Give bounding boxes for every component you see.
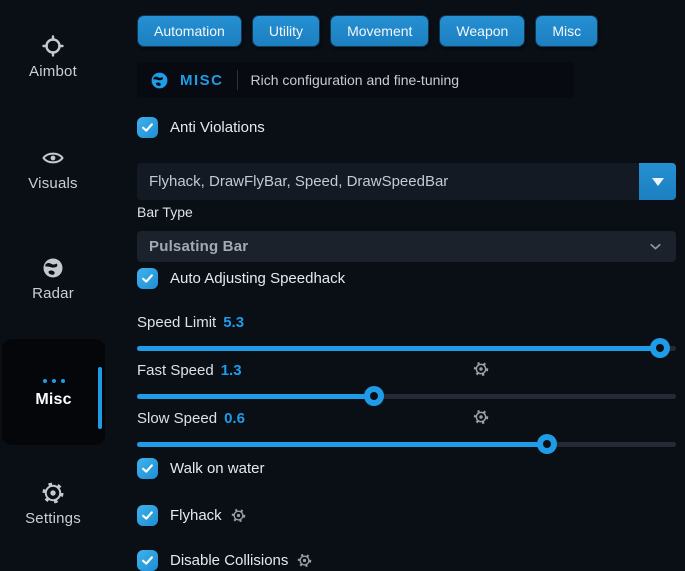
dropdown-open-button[interactable] <box>639 163 676 200</box>
slow-speed-label-row: Slow Speed 0.6 <box>137 409 676 427</box>
sidebar-item-label: Aimbot <box>29 63 77 80</box>
anti-violations-checkbox[interactable] <box>137 117 158 138</box>
sidebar-item-label: Radar <box>32 285 74 302</box>
slider-label: Speed Limit <box>137 314 216 331</box>
checkbox-label: Disable Collisions <box>170 552 288 569</box>
eye-icon <box>41 146 65 170</box>
category-tabs: Automation Utility Movement Weapon Misc <box>137 15 676 47</box>
ellipsis-icon <box>43 376 65 386</box>
bar-type-label: Bar Type <box>137 204 676 220</box>
fast-speed-slider[interactable] <box>137 386 676 406</box>
walk-on-water-row: Walk on water <box>137 457 676 479</box>
chevron-down-icon <box>647 238 664 255</box>
slider-label: Slow Speed <box>137 410 217 427</box>
sidebar-item-misc[interactable]: Misc <box>2 339 105 445</box>
tab-weapon[interactable]: Weapon <box>439 15 525 47</box>
slider-fill <box>137 394 374 399</box>
sidebar: Aimbot Visuals Radar Misc <box>0 0 125 563</box>
tab-misc[interactable]: Misc <box>535 15 598 47</box>
slider-thumb[interactable] <box>537 434 557 454</box>
auto-adjusting-checkbox[interactable] <box>137 268 158 289</box>
globe-icon <box>150 71 169 90</box>
gear-icon[interactable] <box>231 508 246 523</box>
slider-thumb[interactable] <box>650 338 670 358</box>
speed-limit-slider[interactable] <box>137 338 676 358</box>
slider-value: 1.3 <box>221 362 242 379</box>
sidebar-item-label: Visuals <box>28 175 77 192</box>
sidebar-item-aimbot[interactable]: Aimbot <box>3 34 103 80</box>
tab-movement[interactable]: Movement <box>330 15 429 47</box>
sidebar-item-label: Settings <box>25 510 81 527</box>
slider-fill <box>137 346 660 351</box>
flags-multiselect[interactable]: Flyhack, DrawFlyBar, Speed, DrawSpeedBar <box>137 163 676 200</box>
checkbox-label: Flyhack <box>170 507 222 524</box>
triangle-down-icon <box>652 178 664 186</box>
sidebar-item-visuals[interactable]: Visuals <box>3 146 103 192</box>
disable-collisions-row: Disable Collisions <box>137 549 676 571</box>
checkbox-label: Anti Violations <box>170 119 265 136</box>
slider-fill <box>137 442 547 447</box>
slow-speed-slider[interactable] <box>137 434 676 454</box>
globe-icon <box>41 256 65 280</box>
flyhack-checkbox[interactable] <box>137 505 158 526</box>
auto-adjusting-row: Auto Adjusting Speedhack <box>137 267 676 289</box>
slider-value: 0.6 <box>224 410 245 427</box>
gear-icon[interactable] <box>473 409 489 429</box>
sidebar-item-radar[interactable]: Radar <box>3 256 103 302</box>
slider-label: Fast Speed <box>137 362 214 379</box>
tab-utility[interactable]: Utility <box>252 15 320 47</box>
slider-value: 5.3 <box>223 314 244 331</box>
select-value: Pulsating Bar <box>149 238 248 255</box>
bar-type-select[interactable]: Pulsating Bar <box>137 231 676 262</box>
speed-limit-label-row: Speed Limit 5.3 <box>137 313 676 331</box>
active-indicator-bar <box>98 367 102 429</box>
main-panel: Automation Utility Movement Weapon Misc … <box>137 0 676 563</box>
disable-collisions-checkbox[interactable] <box>137 550 158 571</box>
gear-icon[interactable] <box>473 361 489 381</box>
crosshair-icon <box>41 34 65 58</box>
fast-speed-label-row: Fast Speed 1.3 <box>137 361 676 379</box>
checkbox-label: Auto Adjusting Speedhack <box>170 270 345 287</box>
checkbox-label: Walk on water <box>170 460 264 477</box>
slider-thumb[interactable] <box>364 386 384 406</box>
tab-automation[interactable]: Automation <box>137 15 242 47</box>
walk-on-water-checkbox[interactable] <box>137 458 158 479</box>
anti-violations-row: Anti Violations <box>137 116 676 138</box>
flyhack-row: Flyhack <box>137 504 676 526</box>
section-header: MISC Rich configuration and fine-tuning <box>137 62 574 98</box>
gear-icon <box>41 481 65 505</box>
section-title: MISC <box>180 72 224 89</box>
section-subtitle: Rich configuration and fine-tuning <box>251 72 460 88</box>
multiselect-value: Flyhack, DrawFlyBar, Speed, DrawSpeedBar <box>137 173 639 190</box>
gear-icon[interactable] <box>297 553 312 568</box>
divider <box>237 70 238 90</box>
sidebar-item-label: Misc <box>35 391 71 409</box>
sidebar-item-settings[interactable]: Settings <box>3 481 103 527</box>
